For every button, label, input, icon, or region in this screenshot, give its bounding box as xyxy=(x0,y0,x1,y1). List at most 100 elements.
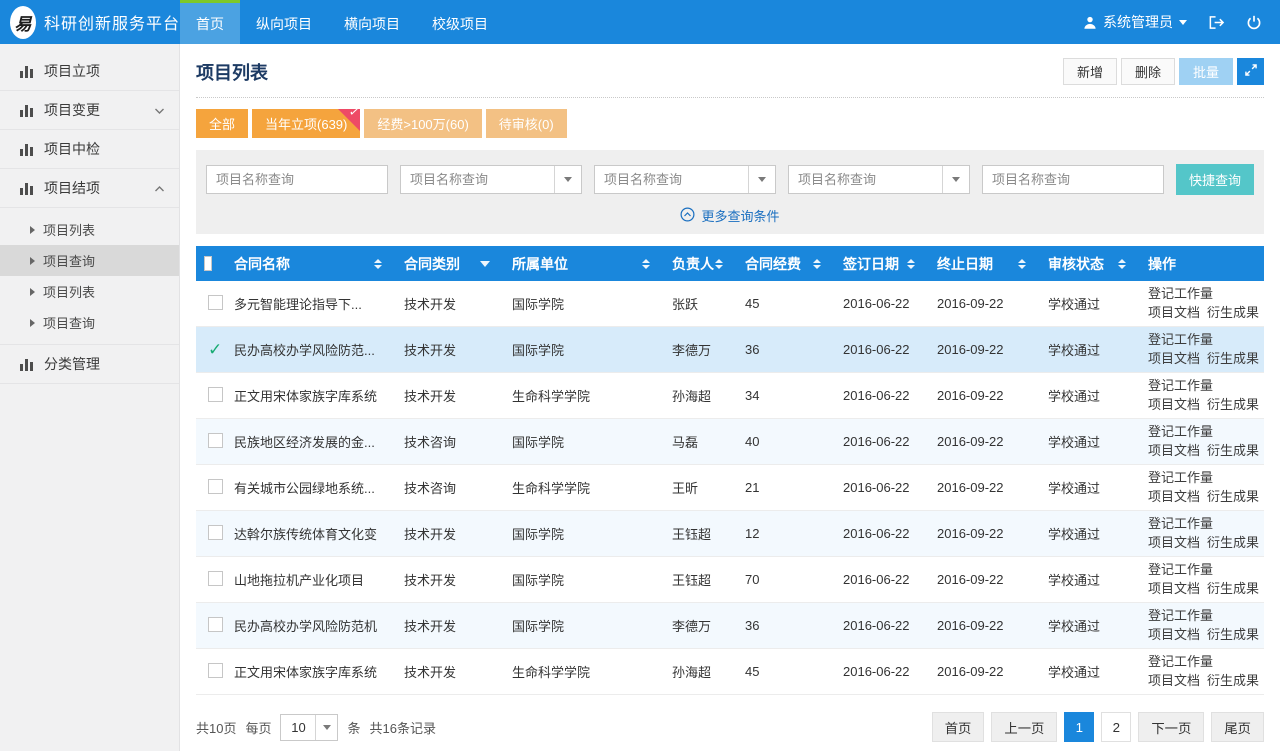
op-derived-results[interactable]: 衍生成果 xyxy=(1207,350,1259,369)
row-checkbox[interactable] xyxy=(208,617,223,632)
op-project-doc[interactable]: 项目文档 xyxy=(1148,350,1200,369)
last-page-button[interactable]: 尾页 xyxy=(1211,712,1264,742)
op-derived-results[interactable]: 衍生成果 xyxy=(1207,304,1259,323)
table-row[interactable]: 多元智能理论指导下... 技术开发 国际学院 张跃 45 2016-06-22 … xyxy=(196,281,1264,327)
sidebar-item-category-management[interactable]: 分类管理 xyxy=(0,345,179,384)
select-all-checkbox[interactable] xyxy=(204,256,212,271)
sort-icon[interactable] xyxy=(1018,259,1026,269)
sort-icon[interactable] xyxy=(374,259,382,269)
row-checkbox[interactable] xyxy=(208,525,223,540)
op-project-doc[interactable]: 项目文档 xyxy=(1148,304,1200,323)
prev-page-button[interactable]: 上一页 xyxy=(991,712,1057,742)
col-end-date[interactable]: 终止日期 xyxy=(929,254,1040,274)
op-register-workload[interactable]: 登记工作量 xyxy=(1148,470,1213,485)
sidebar-subitem-project-query[interactable]: 项目查询 xyxy=(0,245,179,276)
filter-tab-current-year[interactable]: 当年立项(639) ✓ xyxy=(252,109,360,138)
nav-tab-vertical-projects[interactable]: 纵向项目 xyxy=(240,0,328,44)
op-project-doc[interactable]: 项目文档 xyxy=(1148,626,1200,645)
op-project-doc[interactable]: 项目文档 xyxy=(1148,672,1200,691)
more-conditions-link[interactable]: 更多查询条件 xyxy=(206,206,1254,225)
power-icon[interactable] xyxy=(1246,14,1262,31)
filter-tab-all[interactable]: 全部 xyxy=(196,109,248,138)
op-project-doc[interactable]: 项目文档 xyxy=(1148,534,1200,553)
sidebar-item-project-change[interactable]: 项目变更 xyxy=(0,91,179,130)
table-row[interactable]: 正文用宋体家族字库系统 技术开发 生命科学学院 孙海超 45 2016-06-2… xyxy=(196,649,1264,695)
search-select-2[interactable] xyxy=(594,165,776,194)
op-project-doc[interactable]: 项目文档 xyxy=(1148,442,1200,461)
col-contract-type[interactable]: 合同类别 xyxy=(396,254,504,274)
expand-button[interactable] xyxy=(1237,58,1264,85)
op-register-workload[interactable]: 登记工作量 xyxy=(1148,286,1213,301)
search-input-2[interactable] xyxy=(982,165,1164,194)
col-person[interactable]: 负责人 xyxy=(664,254,737,274)
op-register-workload[interactable]: 登记工作量 xyxy=(1148,516,1213,531)
sidebar-item-project-completion[interactable]: 项目结项 xyxy=(0,169,179,208)
table-row[interactable]: 山地拖拉机产业化项目 技术开发 国际学院 王钰超 70 2016-06-22 2… xyxy=(196,557,1264,603)
search-select-3-input[interactable] xyxy=(789,166,942,193)
filter-tab-over-1m-funding[interactable]: 经费>100万(60) xyxy=(364,109,481,138)
filter-tab-pending-review[interactable]: 待审核(0) xyxy=(486,109,567,138)
delete-button[interactable]: 删除 xyxy=(1121,58,1175,85)
sort-icon[interactable] xyxy=(715,259,723,269)
sidebar-item-project-midterm-check[interactable]: 项目中检 xyxy=(0,130,179,169)
op-derived-results[interactable]: 衍生成果 xyxy=(1207,534,1259,553)
nav-tab-school-projects[interactable]: 校级项目 xyxy=(416,0,504,44)
filter-caret-icon[interactable] xyxy=(480,261,490,267)
table-row[interactable]: 达斡尔族传统体育文化变 技术开发 国际学院 王钰超 12 2016-06-22 … xyxy=(196,511,1264,557)
page-2-button[interactable]: 2 xyxy=(1101,712,1131,742)
row-checkbox[interactable] xyxy=(208,479,223,494)
dropdown-caret-icon[interactable] xyxy=(554,166,581,193)
col-unit[interactable]: 所属单位 xyxy=(504,254,664,274)
next-page-button[interactable]: 下一页 xyxy=(1138,712,1204,742)
row-checkbox[interactable] xyxy=(208,663,223,678)
op-derived-results[interactable]: 衍生成果 xyxy=(1207,672,1259,691)
search-select-1-input[interactable] xyxy=(401,166,554,193)
op-project-doc[interactable]: 项目文档 xyxy=(1148,488,1200,507)
col-contract-name[interactable]: 合同名称 xyxy=(226,254,396,274)
sort-icon[interactable] xyxy=(642,259,650,269)
first-page-button[interactable]: 首页 xyxy=(932,712,985,742)
search-select-1[interactable] xyxy=(400,165,582,194)
row-checkbox[interactable] xyxy=(208,571,223,586)
dropdown-caret-icon[interactable] xyxy=(748,166,775,193)
dropdown-caret-icon[interactable] xyxy=(315,715,337,740)
op-register-workload[interactable]: 登记工作量 xyxy=(1148,424,1213,439)
row-checkbox[interactable] xyxy=(208,295,223,310)
table-row[interactable]: 正文用宋体家族字库系统 技术开发 生命科学学院 孙海超 34 2016-06-2… xyxy=(196,373,1264,419)
row-checkbox[interactable] xyxy=(208,387,223,402)
nav-tab-horizontal-projects[interactable]: 横向项目 xyxy=(328,0,416,44)
op-derived-results[interactable]: 衍生成果 xyxy=(1207,580,1259,599)
per-page-select[interactable]: 10 xyxy=(280,714,338,741)
dropdown-caret-icon[interactable] xyxy=(942,166,969,193)
col-review-status[interactable]: 审核状态 xyxy=(1040,254,1140,274)
op-register-workload[interactable]: 登记工作量 xyxy=(1148,608,1213,623)
op-register-workload[interactable]: 登记工作量 xyxy=(1148,332,1213,347)
sort-icon[interactable] xyxy=(907,259,915,269)
col-sign-date[interactable]: 签订日期 xyxy=(835,254,929,274)
table-row[interactable]: 有关城市公园绿地系统... 技术咨询 生命科学学院 王昕 21 2016-06-… xyxy=(196,465,1264,511)
table-row[interactable]: 民办高校办学风险防范机 技术开发 国际学院 李德万 36 2016-06-22 … xyxy=(196,603,1264,649)
add-button[interactable]: 新增 xyxy=(1063,58,1117,85)
op-derived-results[interactable]: 衍生成果 xyxy=(1207,488,1259,507)
sort-icon[interactable] xyxy=(1118,259,1126,269)
sidebar-subitem-project-list[interactable]: 项目列表 xyxy=(0,276,179,307)
exit-icon[interactable] xyxy=(1207,14,1226,31)
op-register-workload[interactable]: 登记工作量 xyxy=(1148,378,1213,393)
search-select-3[interactable] xyxy=(788,165,970,194)
op-project-doc[interactable]: 项目文档 xyxy=(1148,580,1200,599)
row-checkbox[interactable] xyxy=(208,433,223,448)
sort-icon[interactable] xyxy=(813,259,821,269)
op-project-doc[interactable]: 项目文档 xyxy=(1148,396,1200,415)
op-derived-results[interactable]: 衍生成果 xyxy=(1207,396,1259,415)
page-1-button[interactable]: 1 xyxy=(1064,712,1094,742)
search-select-2-input[interactable] xyxy=(595,166,748,193)
op-register-workload[interactable]: 登记工作量 xyxy=(1148,562,1213,577)
table-row[interactable]: 民族地区经济发展的金... 技术咨询 国际学院 马磊 40 2016-06-22… xyxy=(196,419,1264,465)
nav-tab-home[interactable]: 首页 xyxy=(180,0,240,44)
user-menu[interactable]: 系统管理员 xyxy=(1083,12,1187,32)
batch-button[interactable]: 批量 xyxy=(1179,58,1233,85)
sidebar-subitem-project-list[interactable]: 项目列表 xyxy=(0,214,179,245)
selected-check-icon[interactable]: ✓ xyxy=(208,340,222,359)
sidebar-subitem-project-query[interactable]: 项目查询 xyxy=(0,307,179,338)
op-derived-results[interactable]: 衍生成果 xyxy=(1207,442,1259,461)
